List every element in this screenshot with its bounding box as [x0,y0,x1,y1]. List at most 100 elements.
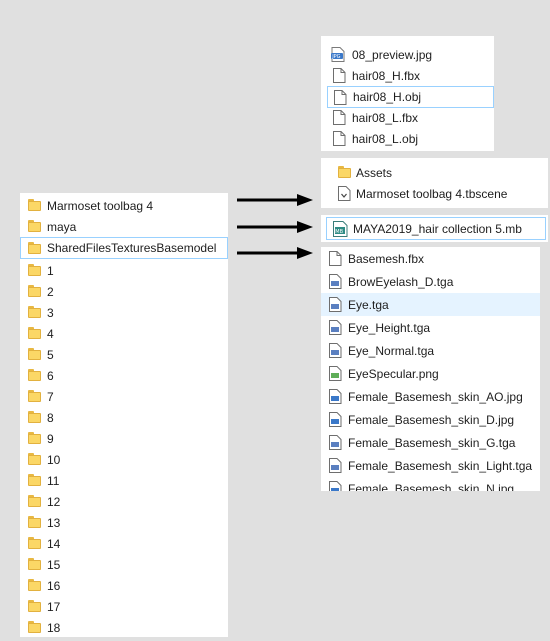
folder-label: 11 [47,473,60,488]
folder-item-maya[interactable]: maya [20,216,228,237]
texture-file-item[interactable]: Female_Basemesh_skin_N.jpg [321,477,540,491]
file-label: Eye_Height.tga [348,320,431,335]
file-icon [333,131,346,146]
file-label: Eye_Normal.tga [348,343,435,358]
folder-icon [28,621,41,633]
folder-item[interactable]: 8 [20,407,228,428]
file-label: Female_Basemesh_skin_D.jpg [348,412,515,427]
texture-file-item[interactable]: BrowEyelash_D.tga [321,270,540,293]
tga-file-icon [329,458,342,473]
arrow-to-maya [237,221,313,233]
folder-item[interactable]: 5 [20,344,228,365]
texture-file-item[interactable]: Female_Basemesh_skin_G.tga [321,431,540,454]
file-item-preview-jpg[interactable]: JPG 08_preview.jpg [321,44,494,65]
folder-label: 14 [47,536,61,551]
texture-file-item[interactable]: Female_Basemesh_skin_Light.tga [321,454,540,477]
jpg-file-icon [329,412,342,427]
file-icon [333,68,346,83]
folder-item[interactable]: 6 [20,365,228,386]
folder-label: 8 [47,410,54,425]
folder-icon [28,537,41,549]
folder-item[interactable]: 10 [20,449,228,470]
folder-icon [28,327,41,339]
folder-label: 4 [47,326,54,341]
folder-item[interactable]: 11 [20,470,228,491]
file-label: Basemesh.fbx [348,251,425,266]
texture-file-item[interactable]: Female_Basemesh_skin_AO.jpg [321,385,540,408]
file-label: Eye.tga [348,297,389,312]
file-label: Female_Basemesh_skin_N.jpg [348,481,515,492]
file-label: BrowEyelash_D.tga [348,274,454,289]
folder-item[interactable]: 7 [20,386,228,407]
folder-icon [28,220,41,232]
maya-file-icon: MB [333,221,348,237]
file-label: MAYA2019_hair collection 5.mb [353,221,522,236]
folder-label: 5 [47,347,54,362]
folder-item[interactable]: 2 [20,281,228,302]
tga-file-icon [329,320,342,335]
file-item-hair08-h-obj[interactable]: hair08_H.obj [327,86,494,108]
folder-icon [28,453,41,465]
texture-file-item[interactable]: EyeSpecular.png [321,362,540,385]
folder-icon [28,285,41,297]
folder-icon [28,264,41,276]
folder-item-sharedfiles[interactable]: SharedFilesTexturesBasemodel [20,237,228,259]
folder-label: 15 [47,557,61,572]
jpg-file-icon [329,389,342,404]
texture-file-item[interactable]: Female_Basemesh_skin_D.jpg [321,408,540,431]
hair-files-panel: JPG 08_preview.jpg hair08_H.fbx hair08_H… [321,36,494,151]
folder-item[interactable]: 14 [20,533,228,554]
folder-item[interactable]: 15 [20,554,228,575]
file-icon [333,110,346,125]
folder-item[interactable]: 13 [20,512,228,533]
folder-item-marmoset[interactable]: Marmoset toolbag 4 [20,195,228,216]
folder-icon [28,242,41,254]
folder-label: 3 [47,305,54,320]
file-label: Marmoset toolbag 4.tbscene [356,186,508,201]
folder-label: Assets [356,165,393,180]
folder-item[interactable]: 17 [20,596,228,617]
file-label: Female_Basemesh_skin_AO.jpg [348,389,523,404]
folder-icon [28,369,41,381]
arrow-to-marmoset [237,194,313,206]
folder-item[interactable]: 12 [20,491,228,512]
folder-item[interactable]: 18 [20,617,228,638]
folder-icon [338,166,351,178]
folder-icon [28,474,41,486]
folder-item[interactable]: 3 [20,302,228,323]
svg-text:MB: MB [335,229,343,235]
file-label: Female_Basemesh_skin_G.tga [348,435,516,450]
jpg-file-icon [329,481,342,491]
texture-file-item[interactable]: Eye.tga [321,293,540,316]
maya-files-panel: MB MAYA2019_hair collection 5.mb [321,215,548,242]
folder-item-assets[interactable]: Assets [321,162,548,183]
folder-label: 7 [47,389,54,404]
file-item-hair08-l-obj[interactable]: hair08_L.obj [321,128,494,149]
folder-icon [28,411,41,423]
file-item-hair08-l-fbx[interactable]: hair08_L.fbx [321,107,494,128]
folder-item[interactable]: 9 [20,428,228,449]
folder-label: 13 [47,515,61,530]
folder-label: 1 [47,263,54,278]
file-item-hair08-h-fbx[interactable]: hair08_H.fbx [321,65,494,86]
arrow-to-textures [237,247,313,259]
folder-item[interactable]: 16 [20,575,228,596]
texture-file-item[interactable]: Basemesh.fbx [321,247,540,270]
folder-item[interactable]: 4 [20,323,228,344]
folder-item[interactable]: 1 [20,260,228,281]
texture-file-item[interactable]: Eye_Normal.tga [321,339,540,362]
folder-label: 9 [47,431,54,446]
tbscene-file-icon [338,186,351,201]
file-label: 08_preview.jpg [352,47,433,62]
file-item-maya-mb[interactable]: MB MAYA2019_hair collection 5.mb [326,217,546,240]
folder-icon [28,579,41,591]
folder-label: maya [47,219,77,234]
texture-file-item[interactable]: Eye_Height.tga [321,316,540,339]
tga-file-icon [329,435,342,450]
folder-icon [28,306,41,318]
file-icon [329,251,342,266]
folder-label: 2 [47,284,54,299]
file-icon [334,90,347,105]
file-item-tbscene[interactable]: Marmoset toolbag 4.tbscene [321,183,548,204]
folder-icon [28,390,41,402]
